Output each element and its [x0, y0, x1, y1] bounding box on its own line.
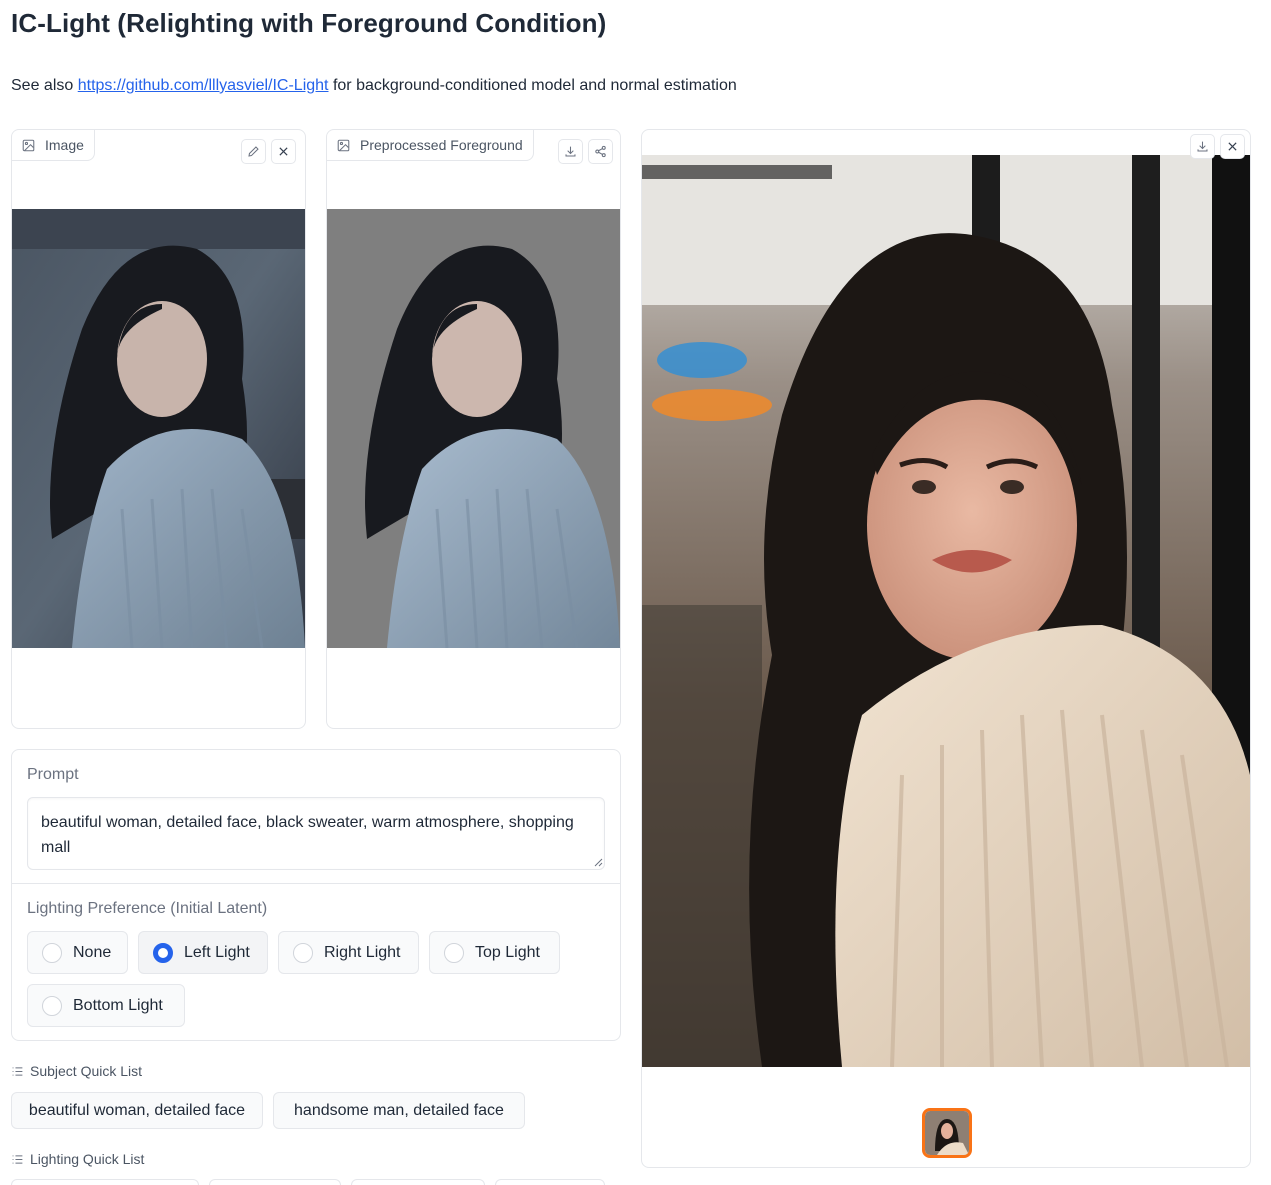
download-output-button[interactable] — [1190, 134, 1215, 159]
edit-button[interactable] — [241, 139, 266, 164]
preprocessed-label-text: Preprocessed Foreground — [360, 137, 523, 153]
share-button[interactable] — [588, 139, 613, 164]
lighting-preference-label: Lighting Preference (Initial Latent) — [27, 900, 268, 917]
prompt-textarea[interactable]: beautiful woman, detailed face, black sw… — [27, 797, 605, 870]
radio-label: Top Light — [475, 943, 540, 961]
edit-icon — [248, 146, 259, 157]
download-icon — [1197, 141, 1208, 152]
subject-chip-man[interactable]: handsome man, detailed face — [273, 1092, 525, 1129]
radio-label: Bottom Light — [73, 996, 163, 1014]
lighting-chip[interactable] — [495, 1179, 605, 1185]
input-image-panel[interactable]: Image — [11, 129, 306, 729]
preprocessed-photo — [327, 209, 620, 648]
preprocessed-foreground-panel: Preprocessed Foreground — [326, 129, 621, 729]
page-subtitle: See also https://github.com/lllyasviel/I… — [11, 77, 737, 95]
preprocessed-label: Preprocessed Foreground — [327, 130, 534, 161]
lighting-chip[interactable] — [209, 1179, 341, 1185]
subject-quick-list-label: Subject Quick List — [11, 1063, 142, 1079]
prompt-block: Prompt beautiful woman, detailed face, b… — [11, 749, 621, 1041]
radio-label: Right Light — [324, 943, 401, 961]
subtitle-suffix: for background-conditioned model and nor… — [328, 77, 737, 94]
page-title: IC-Light (Relighting with Foreground Con… — [11, 8, 607, 38]
input-image-label: Image — [12, 130, 95, 161]
radio-dot — [42, 942, 62, 963]
radio-top-light[interactable]: Top Light — [429, 931, 560, 974]
radio-label: None — [73, 943, 112, 961]
divider — [12, 883, 620, 884]
close-output-button[interactable] — [1220, 134, 1245, 159]
output-gallery-panel — [641, 129, 1251, 1168]
lighting-chip[interactable] — [351, 1179, 485, 1185]
github-link[interactable]: https://github.com/lllyasviel/IC-Light — [78, 77, 329, 94]
download-icon — [565, 146, 576, 157]
close-icon — [1228, 142, 1237, 151]
radio-dot — [444, 942, 464, 963]
share-icon — [595, 145, 606, 158]
list-icon — [12, 1154, 23, 1164]
radio-dot — [42, 995, 62, 1016]
output-photo[interactable] — [642, 155, 1250, 1067]
lighting-quick-list-label: Lighting Quick List — [11, 1151, 144, 1167]
close-icon — [279, 147, 288, 156]
radio-dot — [293, 942, 313, 963]
prompt-label: Prompt — [27, 766, 79, 783]
radio-none[interactable]: None — [27, 931, 128, 974]
radio-right-light[interactable]: Right Light — [278, 931, 419, 974]
lighting-quick-list-text: Lighting Quick List — [30, 1151, 145, 1167]
output-thumbnail[interactable] — [922, 1108, 972, 1158]
radio-left-light[interactable]: Left Light — [138, 931, 268, 974]
radio-bottom-light[interactable]: Bottom Light — [27, 984, 185, 1027]
radio-dot — [153, 942, 173, 963]
subtitle-prefix: See also — [11, 77, 78, 94]
clear-image-button[interactable] — [271, 139, 296, 164]
resize-grip-icon[interactable] — [594, 858, 603, 867]
lighting-chip[interactable] — [11, 1179, 199, 1185]
radio-label: Left Light — [184, 943, 250, 961]
download-button[interactable] — [558, 139, 583, 164]
list-icon — [12, 1066, 23, 1076]
input-image-label-text: Image — [45, 137, 84, 153]
image-icon — [22, 139, 35, 151]
input-photo — [12, 209, 305, 648]
subject-quick-list-text: Subject Quick List — [30, 1063, 143, 1079]
image-icon — [337, 139, 350, 151]
subject-chip-woman[interactable]: beautiful woman, detailed face — [11, 1092, 263, 1129]
